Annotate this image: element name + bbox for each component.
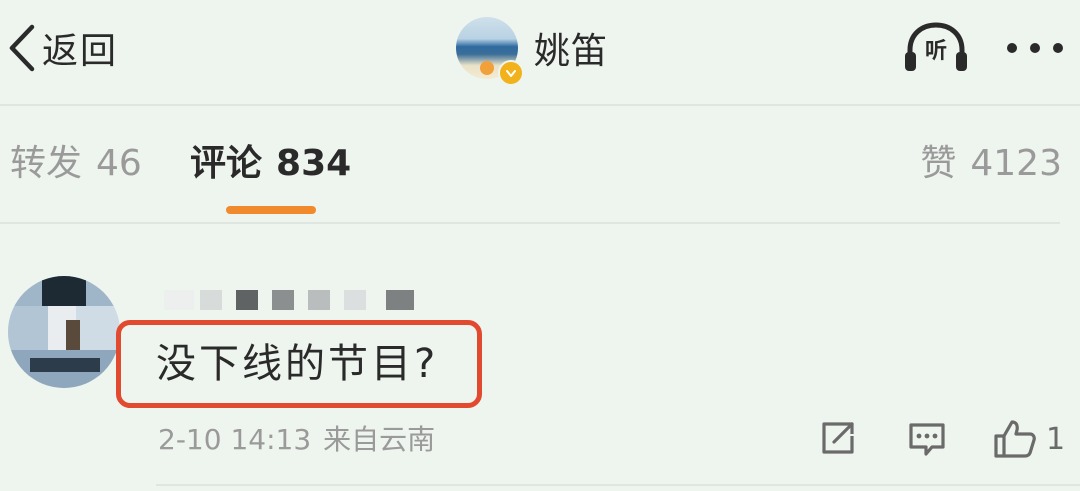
share-icon	[822, 422, 854, 454]
listen-button[interactable]: 听	[902, 22, 970, 74]
tab-comments[interactable]: 评论 834	[190, 142, 351, 186]
header-divider	[0, 104, 1080, 106]
share-button[interactable]	[818, 418, 858, 462]
profile-name[interactable]: 姚笛	[534, 22, 608, 74]
more-dots-icon	[1007, 43, 1063, 53]
comment-bottom-divider	[156, 484, 1080, 486]
top-bar: 返回 姚笛 听	[0, 0, 1080, 104]
tab-likes[interactable]: 赞 4123	[920, 142, 1062, 186]
tab-reposts-count: 46	[96, 143, 142, 184]
reply-icon	[909, 423, 945, 456]
commenter-username-blurred[interactable]	[156, 278, 426, 314]
comment-detail-page: 返回 姚笛 听 转发 46 评论 834 赞 4123 没下线的节目? 2-10…	[0, 0, 1080, 491]
tab-likes-label: 赞	[920, 143, 957, 184]
comment-location: 来自云南	[323, 423, 436, 456]
comment-text: 没下线的节目?	[156, 341, 439, 387]
tab-comments-label: 评论	[190, 143, 263, 184]
commenter-avatar[interactable]	[8, 276, 120, 388]
profile-header[interactable]: 姚笛	[456, 16, 608, 80]
like-button[interactable]	[992, 418, 1038, 464]
tab-likes-count: 4123	[970, 143, 1062, 184]
chevron-left-icon	[9, 24, 35, 72]
comment-timestamp: 2-10 14:13	[158, 423, 312, 456]
reply-button[interactable]	[906, 418, 948, 464]
tab-reposts-label: 转发	[10, 143, 83, 184]
listen-label: 听	[924, 39, 947, 64]
verified-badge-icon	[498, 60, 524, 86]
active-tab-indicator	[226, 206, 316, 214]
tabs-divider	[0, 222, 1060, 224]
comment-meta: 2-10 14:13 来自云南	[158, 420, 435, 460]
like-icon	[994, 420, 1036, 458]
back-button[interactable]: 返回	[4, 16, 118, 80]
back-label: 返回	[42, 31, 119, 72]
tab-comments-count: 834	[276, 143, 352, 184]
tab-reposts[interactable]: 转发 46	[10, 142, 142, 186]
more-options-button[interactable]	[1000, 26, 1070, 70]
comment-like-count: 1	[1046, 422, 1066, 457]
